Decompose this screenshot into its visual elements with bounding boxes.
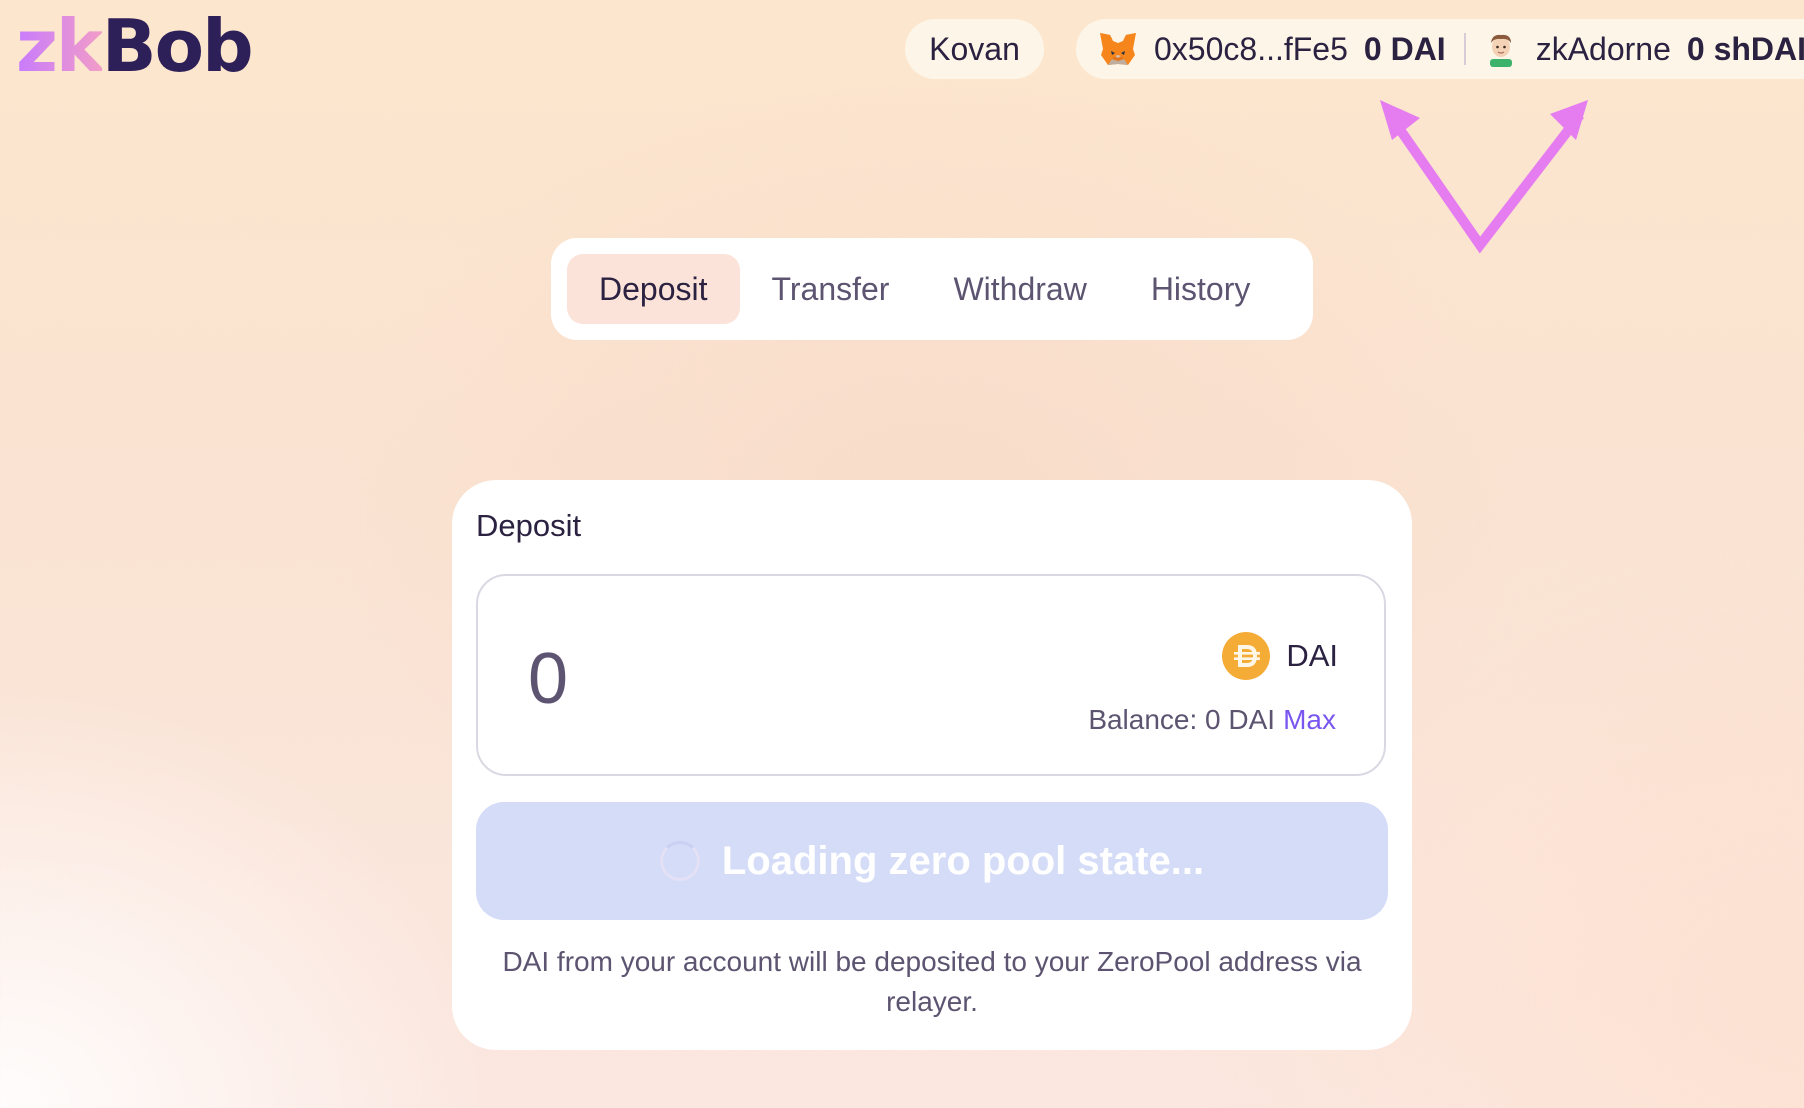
network-selector[interactable]: Kovan	[905, 19, 1044, 79]
account-divider	[1463, 33, 1466, 65]
logo-bob-part: Bob	[101, 4, 254, 88]
annotation-arrows	[1380, 100, 1588, 254]
deposit-submit-button[interactable]: Loading zero pool state...	[476, 802, 1388, 920]
wallet-address: 0x50c8...fFe5	[1154, 30, 1348, 67]
submit-button-label: Loading zero pool state...	[721, 838, 1205, 883]
app-logo[interactable]: zkBob	[16, 10, 254, 82]
deposit-note: DAI from your account will be deposited …	[502, 946, 1362, 1017]
loading-spinner-icon	[659, 841, 700, 881]
dai-coin-icon	[1222, 632, 1271, 680]
zk-account-name: zkAdorne	[1535, 30, 1671, 67]
shielded-balance: 0 shDAI	[1686, 30, 1804, 67]
card-title: Deposit	[476, 508, 582, 543]
amount-input[interactable]	[528, 636, 978, 722]
tab-transfer[interactable]: Transfer	[740, 254, 922, 324]
max-button[interactable]: Max	[1283, 704, 1336, 735]
wallet-balance: 0 DAI	[1363, 30, 1446, 67]
network-label: Kovan	[929, 30, 1020, 67]
tab-deposit[interactable]: Deposit	[567, 254, 740, 324]
tab-history[interactable]: History	[1119, 254, 1283, 324]
user-avatar-icon	[1489, 34, 1512, 67]
metamask-fox-icon	[1100, 33, 1136, 65]
token-symbol: DAI	[1286, 638, 1338, 673]
amount-box: DAI Balance: 0 DAIMax	[476, 574, 1386, 776]
deposit-card: Deposit DAI Balance: 0 DAIMax Loading ze…	[452, 480, 1412, 1050]
tab-withdraw[interactable]: Withdraw	[921, 254, 1118, 324]
balance-text: Balance: 0 DAI	[1088, 704, 1276, 735]
account-panel[interactable]: 0x50c8...fFe5 0 DAI zkAdorne 0 shDAI	[1076, 19, 1804, 79]
balance-row: Balance: 0 DAI Max	[1088, 704, 1336, 736]
token-selector: DAI	[1222, 632, 1338, 680]
logo-zk-part: zk	[16, 4, 104, 88]
tab-bar: Deposit Transfer Withdraw History	[551, 238, 1313, 340]
